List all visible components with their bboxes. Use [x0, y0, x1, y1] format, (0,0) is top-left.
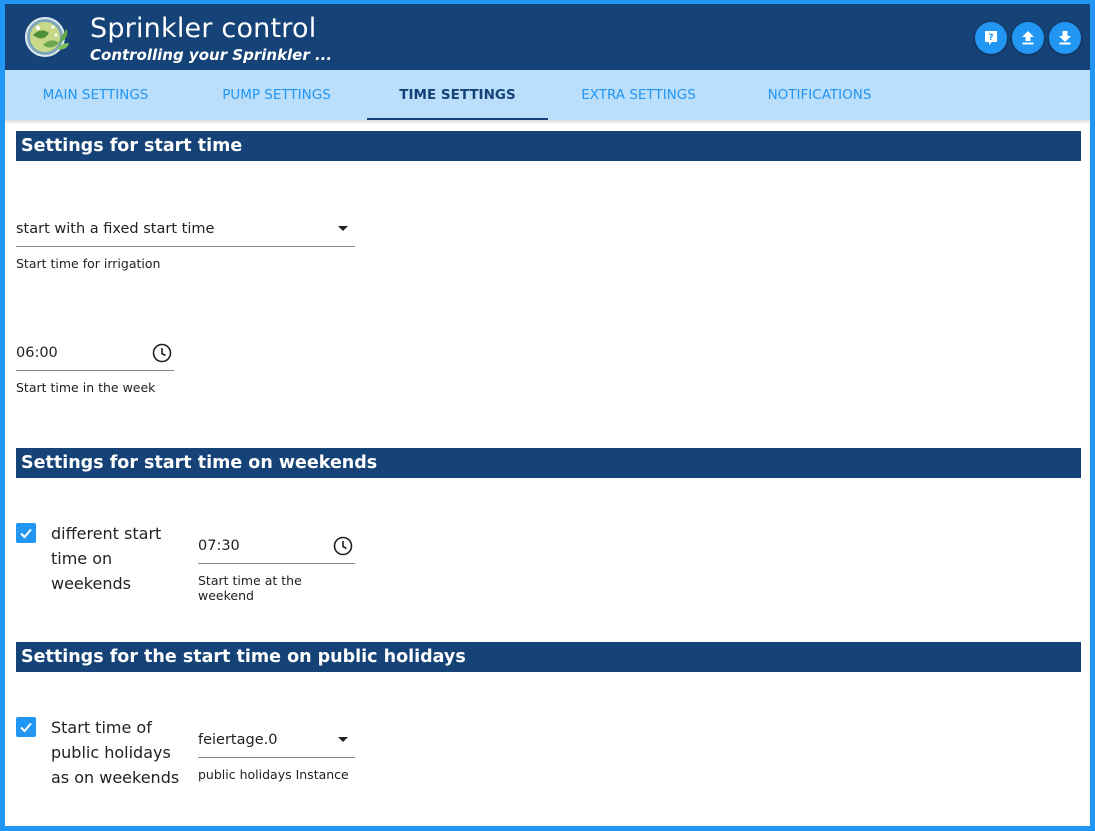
download-button[interactable] [1049, 22, 1081, 54]
download-icon [1059, 31, 1071, 45]
weekend-checkbox[interactable] [16, 523, 36, 543]
chevron-down-icon[interactable] [338, 737, 348, 742]
holiday-instance-select[interactable]: feiertage.0 public holidays Instance [198, 722, 355, 782]
holiday-checkbox[interactable] [16, 717, 36, 737]
weekend-start-time-field[interactable]: 07:30 Start time at the weekend [198, 528, 355, 603]
start-mode-select[interactable]: start with a fixed start time Start time… [16, 211, 355, 271]
section-start-time-header: Settings for start time [16, 131, 1081, 161]
chevron-down-icon[interactable] [338, 226, 348, 231]
week-time-input[interactable]: 06:00 [16, 335, 174, 371]
tab-extra-settings[interactable]: EXTRA SETTINGS [548, 70, 729, 120]
app-title: Sprinkler control [90, 13, 317, 44]
holiday-checkbox-group[interactable]: Start time of public holidays as on week… [16, 715, 181, 790]
clock-icon[interactable] [152, 343, 172, 363]
weekend-time-input[interactable]: 07:30 [198, 528, 355, 564]
weekend-time-helper: Start time at the weekend [198, 573, 302, 603]
weekend-time-value: 07:30 [198, 537, 240, 554]
holiday-instance-helper: public holidays Instance [198, 767, 349, 782]
help-icon: ? [985, 31, 997, 45]
tab-notifications[interactable]: NOTIFICATIONS [729, 70, 910, 120]
section-holidays-header: Settings for the start time on public ho… [16, 642, 1081, 672]
week-start-time-field[interactable]: 06:00 Start time in the week [16, 335, 174, 395]
weekend-checkbox-group[interactable]: different start time on weekends [16, 521, 181, 596]
svg-text:?: ? [988, 33, 993, 43]
holiday-instance-value-row[interactable]: feiertage.0 [198, 722, 355, 758]
app-subtitle: Controlling your Sprinkler ... [90, 46, 333, 64]
holiday-instance-value: feiertage.0 [198, 731, 278, 748]
clock-icon[interactable] [333, 536, 353, 556]
tab-pump-settings[interactable]: PUMP SETTINGS [186, 70, 367, 120]
start-mode-value-row[interactable]: start with a fixed start time [16, 211, 355, 247]
app-header: Sprinkler control Controlling your Sprin… [5, 4, 1090, 70]
checkmark-icon [20, 722, 32, 733]
holiday-checkbox-label[interactable]: Start time of public holidays as on week… [51, 715, 181, 790]
tab-main-settings[interactable]: MAIN SETTINGS [5, 70, 186, 120]
upload-button[interactable] [1012, 22, 1044, 54]
section-weekends-header: Settings for start time on weekends [16, 448, 1081, 478]
app-frame: Sprinkler control Controlling your Sprin… [0, 0, 1095, 831]
start-mode-value: start with a fixed start time [16, 220, 215, 237]
week-time-helper: Start time in the week [16, 380, 156, 395]
weekend-checkbox-label[interactable]: different start time on weekends [51, 521, 181, 596]
upload-icon [1022, 31, 1034, 45]
help-button[interactable]: ? [975, 22, 1007, 54]
checkmark-icon [20, 528, 32, 539]
week-time-value: 06:00 [16, 344, 58, 361]
tab-time-settings[interactable]: TIME SETTINGS [367, 70, 548, 120]
sprinkler-logo-icon [25, 17, 69, 57]
start-mode-helper: Start time for irrigation [16, 256, 161, 271]
tab-bar: MAIN SETTINGS PUMP SETTINGS TIME SETTING… [5, 70, 1090, 120]
